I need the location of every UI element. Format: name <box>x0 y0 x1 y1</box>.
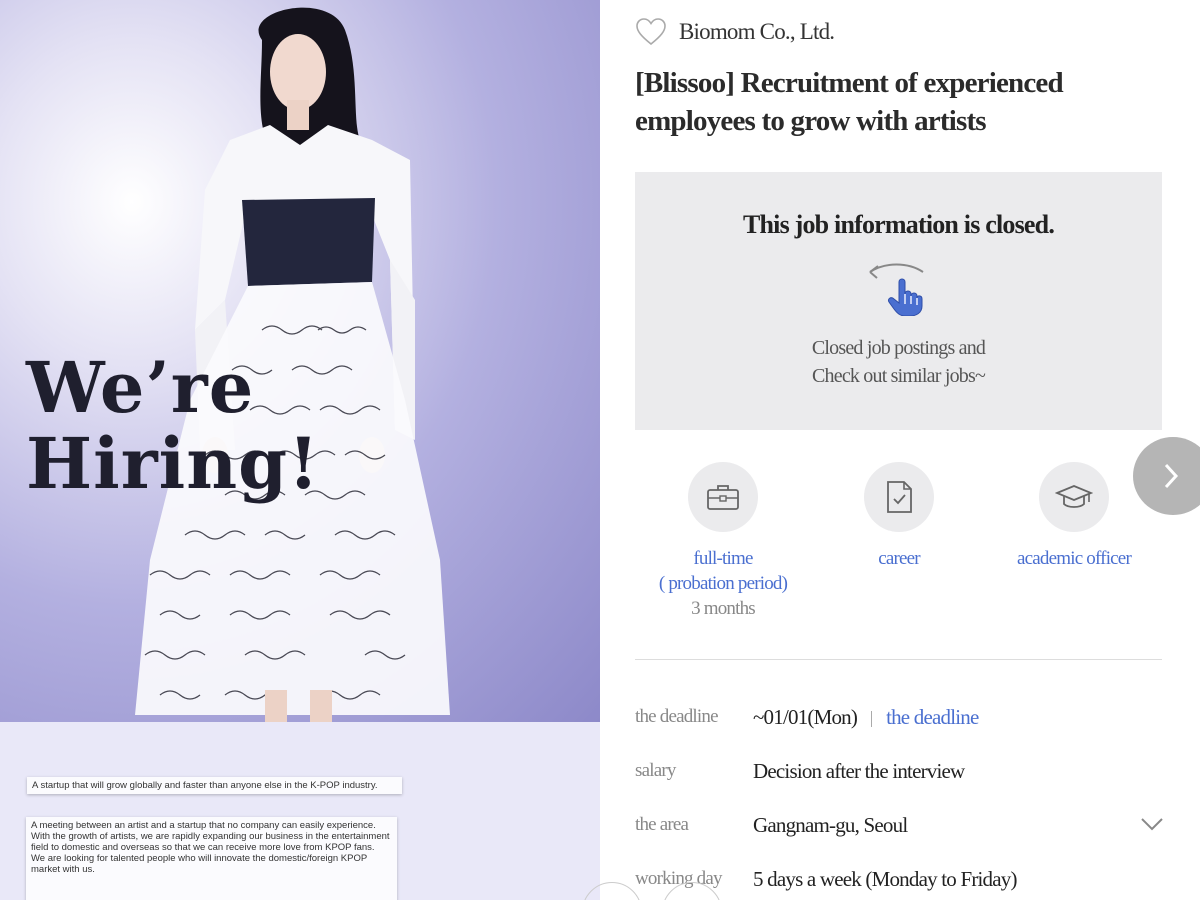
job-detail-panel: Biomom Co., Ltd. [Blissoo] Recruitment o… <box>582 0 1200 900</box>
recruitment-poster: We’re Hiring! A startup that will grow g… <box>0 0 600 900</box>
closed-notice: This job information is closed. Closed j… <box>635 172 1162 430</box>
job-title: [Blissoo] Recruitment of experienced emp… <box>635 67 1064 137</box>
area-row[interactable]: the area Gangnam-gu, Seoul <box>635 808 1175 842</box>
company-name[interactable]: Biomom Co., Ltd. <box>679 19 835 45</box>
working-day-row: working day 5 days a week (Monday to Fri… <box>635 862 1175 896</box>
feature-employment-type: full-time ( probation period) 3 months <box>635 462 811 621</box>
feature-education-label: academic officer <box>986 546 1162 571</box>
working-day-value: 5 days a week (Monday to Friday) <box>753 866 1017 891</box>
deadline-value: ~01/01(Mon) the deadline <box>753 705 979 730</box>
closed-sub-line1: Closed job postings and <box>811 337 986 359</box>
deadline-link[interactable]: the deadline <box>886 705 979 729</box>
description-note: A meeting between an artist and a startu… <box>26 817 397 900</box>
area-label: the area <box>635 814 689 835</box>
feature-label-line: career <box>878 548 920 569</box>
description-line: A meeting between an artist and a startu… <box>31 820 376 831</box>
feature-icon-circle <box>1039 462 1109 532</box>
hand-swipe-icon <box>869 263 924 316</box>
deadline-date: ~01/01(Mon) <box>753 704 858 729</box>
feature-icon-circle <box>688 462 758 532</box>
feature-career-label: career <box>811 546 987 571</box>
description-line: We are looking for talented people who w… <box>31 853 368 875</box>
salary-value: Decision after the interview <box>753 758 965 783</box>
feature-label-line: 3 months <box>691 598 756 619</box>
closed-notice-subtext[interactable]: Closed job postings and Check out simila… <box>635 334 1162 390</box>
hero-image: We’re Hiring! <box>0 0 600 722</box>
job-features: full-time ( probation period) 3 months c… <box>635 462 1162 632</box>
feature-label-line: academic officer <box>1017 548 1132 569</box>
chevron-down-icon[interactable] <box>1140 816 1164 832</box>
deadline-separator <box>871 710 873 727</box>
hiring-headline-line1: We’re <box>26 346 255 429</box>
deadline-label: the deadline <box>635 706 719 727</box>
heart-icon[interactable] <box>635 17 667 47</box>
feature-employment-label: full-time ( probation period) 3 months <box>635 546 811 621</box>
feature-label-line: ( probation period) <box>658 573 788 594</box>
feature-career: career <box>811 462 987 571</box>
tagline-note: A startup that will grow globally and fa… <box>27 777 402 794</box>
area-value: Gangnam-gu, Seoul <box>753 812 908 837</box>
closed-sub-line2: Check out similar jobs~ <box>812 365 986 387</box>
description-line: With the growth of artists, we are rapid… <box>31 831 390 853</box>
briefcase-icon <box>707 485 739 510</box>
deadline-row: the deadline ~01/01(Mon) the deadline <box>635 700 1175 734</box>
salary-row: salary Decision after the interview <box>635 754 1175 788</box>
section-divider <box>635 659 1162 660</box>
hiring-headline: We’re Hiring! <box>26 350 320 502</box>
chevron-right-icon <box>1164 463 1179 489</box>
feature-icon-circle <box>864 462 934 532</box>
company-header: Biomom Co., Ltd. <box>635 16 835 48</box>
feature-label-line: full-time <box>693 548 753 569</box>
salary-label: salary <box>635 760 676 781</box>
hiring-headline-line2: Hiring! <box>26 422 320 505</box>
closed-notice-title: This job information is closed. <box>742 210 1055 239</box>
graduation-cap-icon <box>1055 485 1093 508</box>
document-check-icon <box>887 481 912 513</box>
